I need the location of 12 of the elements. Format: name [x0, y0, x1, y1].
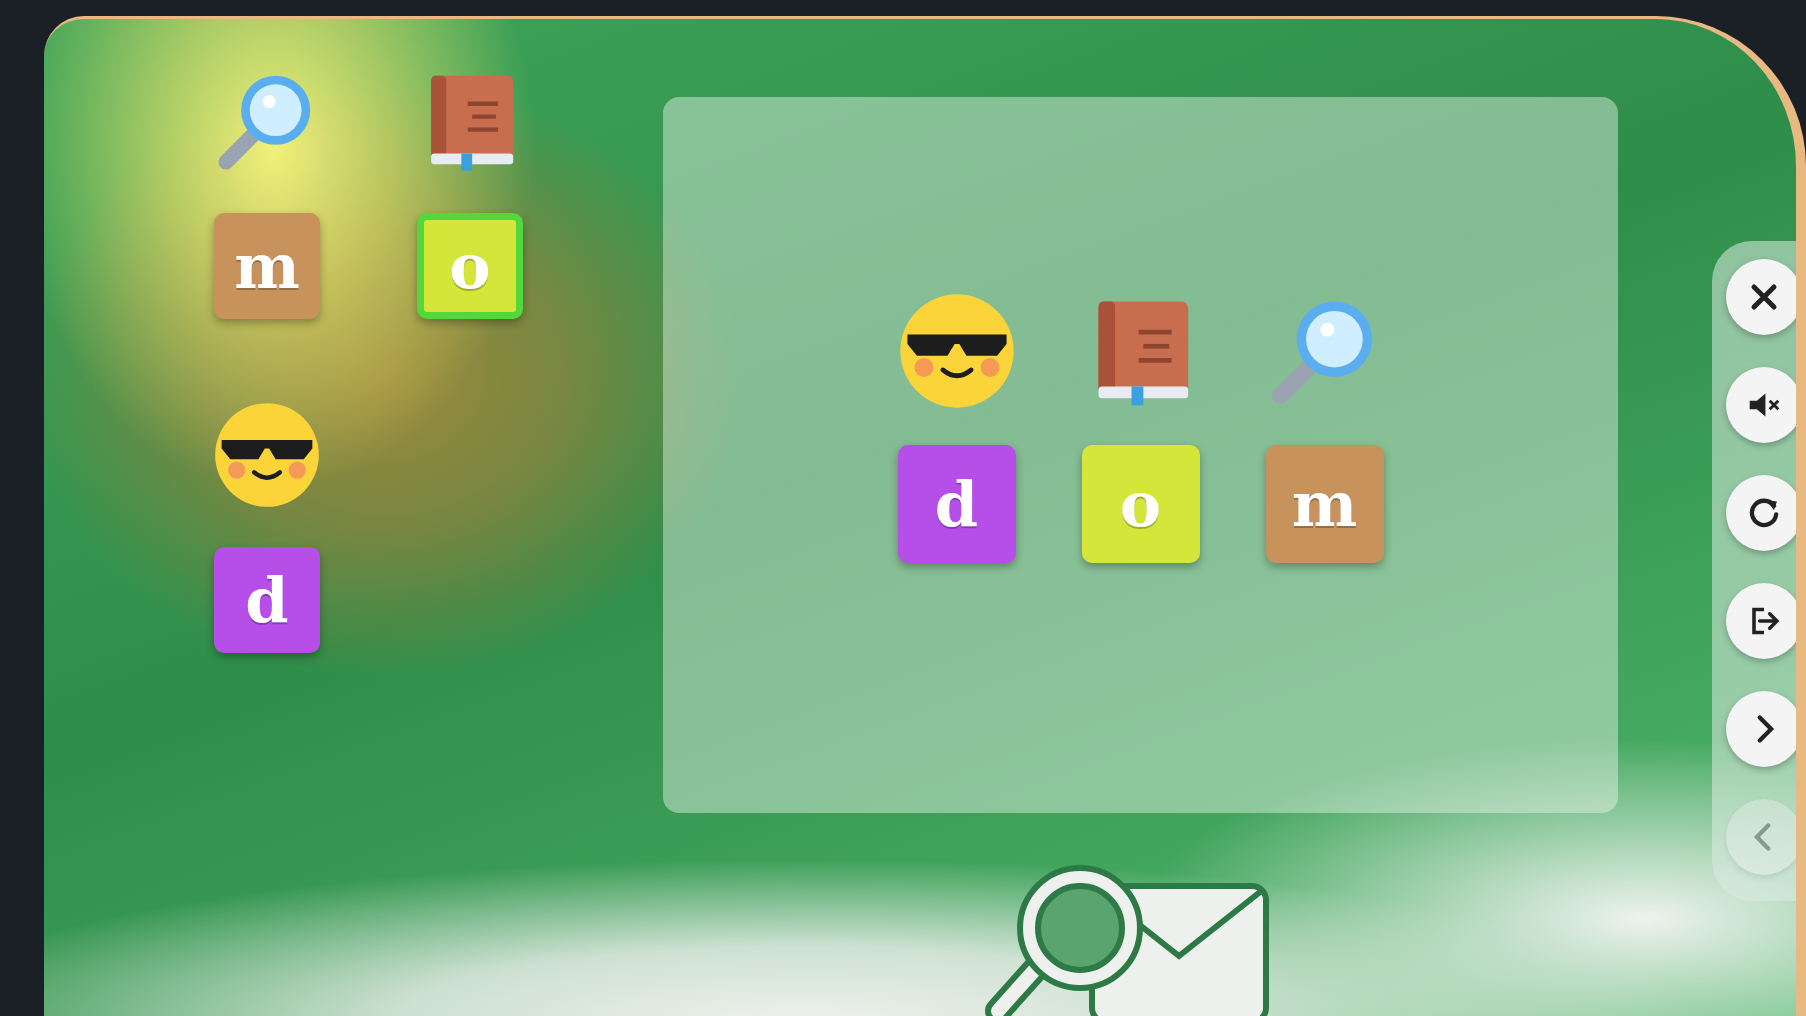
letter-tile[interactable]: d [214, 547, 320, 653]
letter-tile[interactable]: m [214, 213, 320, 319]
sunglasses-face-icon[interactable] [213, 401, 321, 509]
close-button[interactable] [1726, 259, 1796, 335]
letter-tile[interactable]: o [1081, 445, 1200, 563]
letter-tile[interactable]: m [1265, 445, 1384, 563]
mute-button[interactable] [1726, 367, 1796, 443]
restart-button[interactable] [1726, 475, 1796, 551]
exit-button[interactable] [1726, 583, 1796, 659]
letter-tile[interactable]: d [897, 445, 1016, 563]
letter-tile[interactable]: o [417, 213, 523, 319]
next-button[interactable] [1726, 691, 1796, 767]
